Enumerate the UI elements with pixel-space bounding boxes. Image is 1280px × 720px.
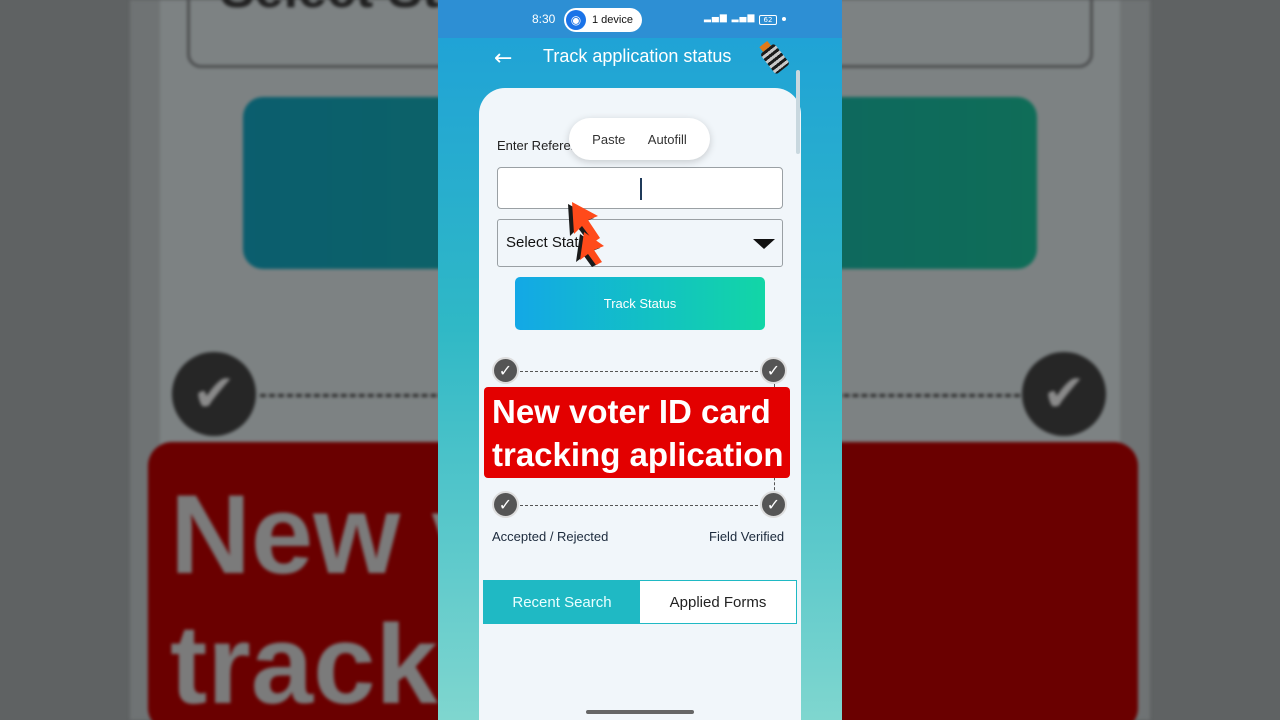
check-icon-step4: ✓ [492, 491, 519, 518]
chevron-down-icon [753, 239, 775, 249]
page-title: Track application status [543, 46, 732, 66]
check-icon-step2: ✓ [760, 357, 787, 384]
animated-cursor-icon [568, 202, 604, 267]
track-status-button[interactable]: Track Status [515, 277, 765, 330]
voting-ink-icon [754, 38, 796, 80]
back-arrow-icon[interactable]: ← [494, 46, 512, 71]
reference-id-input[interactable] [497, 167, 783, 209]
video-frame: Select St ✔ ✔ New v card tracki cation 8… [0, 0, 1280, 720]
text-context-menu: Paste Autofill [569, 118, 710, 160]
status-bar: 8:30 ◉ 1 device ▂▄▆ ▂▄▆ 62 [438, 0, 842, 38]
paste-menu-item[interactable]: Paste [592, 132, 625, 147]
gesture-home-bar[interactable] [586, 710, 694, 714]
battery-icon: 62 [759, 15, 777, 25]
tab-bar: Recent Search Applied Forms [483, 580, 797, 624]
app-bar: ← Track application status [438, 38, 842, 84]
tab-recent-search[interactable]: Recent Search [484, 581, 640, 623]
notification-dot-icon [782, 17, 786, 21]
progress-line-top [520, 371, 758, 372]
banner-line1: New voter ID card [492, 393, 771, 430]
blurred-top-text: Select St [220, 0, 440, 20]
hotspot-pill[interactable]: ◉ 1 device [564, 8, 642, 32]
hotspot-icon: ◉ [566, 10, 586, 30]
progress-line-bottom [520, 505, 758, 506]
signal-icon: ▂▄▆ ▂▄▆ [704, 13, 756, 23]
hotspot-label: 1 device [592, 14, 633, 26]
phone-screen: 8:30 ◉ 1 device ▂▄▆ ▂▄▆ 62 ← Track appli… [438, 0, 842, 720]
step-label-accepted: Accepted / Rejected [492, 529, 609, 544]
overlay-caption-banner: New voter ID card tracking aplication [484, 387, 790, 478]
check-icon-step1: ✓ [492, 357, 519, 384]
check-icon-step3: ✓ [760, 491, 787, 518]
text-caret [640, 178, 642, 200]
scrollbar[interactable] [796, 70, 800, 154]
tab-applied-forms[interactable]: Applied Forms [640, 581, 796, 623]
banner-line2: tracking aplication [492, 436, 784, 473]
state-select[interactable]: Select State [497, 219, 783, 267]
step-label-field-verified: Field Verified [709, 529, 785, 544]
blurred-check-icon-right: ✔ [1022, 352, 1106, 436]
autofill-menu-item[interactable]: Autofill [648, 132, 687, 147]
status-time: 8:30 [532, 12, 556, 26]
blurred-check-icon-left: ✔ [172, 352, 256, 436]
